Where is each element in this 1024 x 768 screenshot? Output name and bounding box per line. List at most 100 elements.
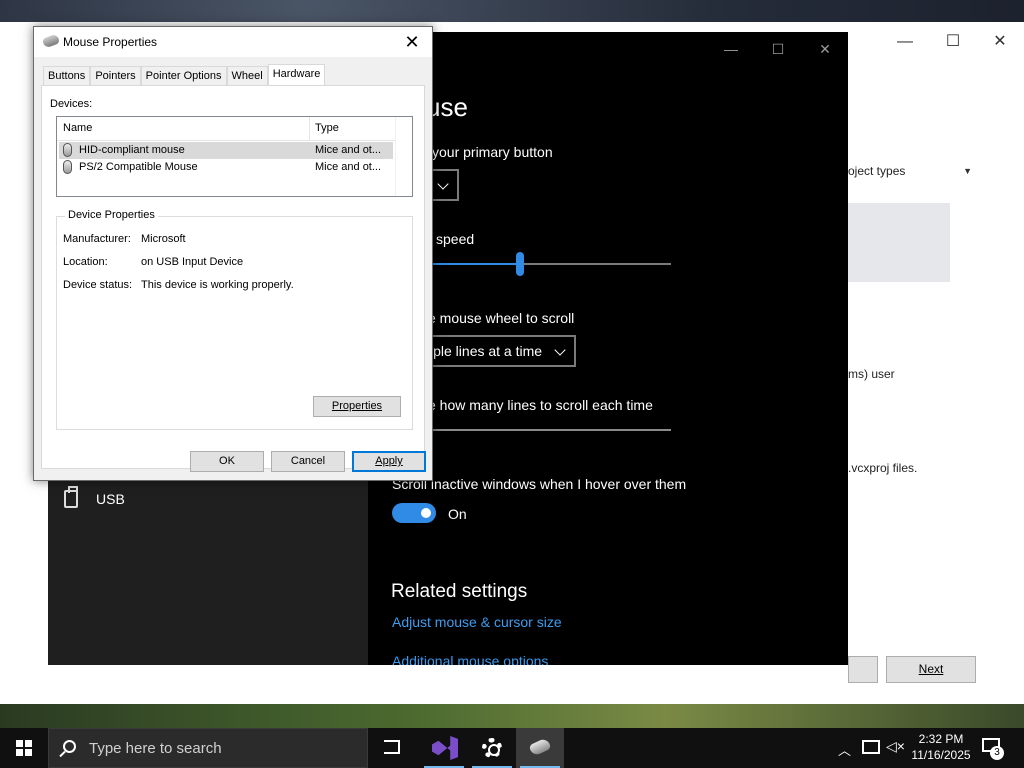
location-value: on USB Input Device	[141, 256, 244, 268]
mouse-icon	[528, 737, 552, 757]
wizard-minimize-button[interactable]: —	[882, 32, 928, 52]
dialog-titlebar[interactable]: Mouse Properties ✕	[34, 27, 432, 57]
wizard-close-button[interactable]: ✕	[977, 32, 1023, 52]
project-types-combo-text: oject types	[848, 164, 906, 178]
nav-item-usb[interactable]: USB	[64, 486, 125, 511]
ok-button[interactable]: OK	[190, 451, 264, 472]
wizard-next-button[interactable]: Next	[886, 656, 976, 683]
properties-button-label: Properties	[331, 400, 383, 412]
search-icon	[63, 740, 76, 753]
wheel-scroll-dropdown-value: iple lines at a time	[430, 343, 543, 359]
usb-icon	[64, 486, 78, 508]
wheel-scroll-dropdown[interactable]: iple lines at a time	[428, 335, 576, 367]
clock-date: 11/16/2025	[911, 748, 971, 762]
device-properties-group: Device Properties Manufacturer: Microsof…	[56, 209, 413, 430]
lines-to-scroll-label: e how many lines to scroll each time	[428, 397, 653, 413]
settings-minimize-button[interactable]: —	[708, 38, 754, 60]
scroll-inactive-label: Scroll inactive windows when I hover ove…	[392, 476, 687, 492]
network-icon[interactable]	[862, 740, 880, 754]
dialog-title: Mouse Properties	[63, 35, 158, 49]
windows-logo-icon	[16, 740, 32, 756]
device-status-label: Device status:	[63, 279, 133, 291]
nav-item-usb-label: USB	[96, 491, 125, 507]
location-label: Location:	[63, 256, 108, 268]
visual-studio-taskbar-button[interactable]	[420, 728, 468, 768]
combo-arrow-icon: ▼	[963, 166, 972, 176]
toggle-knob	[421, 508, 431, 518]
wheel-scroll-label: e mouse wheel to scroll	[428, 310, 575, 326]
primary-button-label: your primary button	[432, 144, 553, 160]
devices-list[interactable]: Name Type HID-compliant mouse Mice and o…	[56, 116, 413, 197]
manufacturer-label: Manufacturer:	[63, 233, 131, 245]
list-item[interactable]: PS/2 Compatible Mouse Mice and ot...	[59, 159, 393, 176]
taskbar: Type here to search ︿ ◁× 2:32 PM 11/16/2…	[0, 728, 1024, 768]
apply-button[interactable]: Apply	[352, 451, 426, 472]
task-view-button[interactable]	[368, 728, 416, 768]
properties-button[interactable]: Properties	[313, 396, 401, 417]
settings-close-button[interactable]: ✕	[802, 38, 848, 60]
device-name: HID-compliant mouse	[79, 144, 185, 156]
visual-studio-icon	[432, 736, 458, 760]
devices-list-scrollbar[interactable]	[395, 117, 412, 196]
taskbar-search-box[interactable]: Type here to search	[48, 728, 368, 768]
mouse-properties-dialog: Mouse Properties ✕ Buttons Pointers Poin…	[33, 26, 433, 481]
tab-pointers[interactable]: Pointers	[90, 66, 141, 86]
device-name: PS/2 Compatible Mouse	[79, 161, 198, 173]
mouse-device-icon	[63, 143, 72, 157]
show-hidden-icons-button[interactable]: ︿	[838, 740, 851, 768]
tab-buttons[interactable]: Buttons	[43, 66, 91, 86]
search-placeholder: Type here to search	[89, 740, 222, 757]
tab-wheel[interactable]: Wheel	[226, 66, 268, 86]
manufacturer-value: Microsoft	[141, 233, 186, 245]
cursor-speed-slider[interactable]	[428, 252, 671, 276]
device-type: Mice and ot...	[315, 144, 382, 156]
action-center-button[interactable]: 3	[982, 738, 1004, 760]
cursor-speed-label: speed	[436, 231, 475, 247]
related-settings-heading: Related settings	[391, 581, 528, 602]
settings-maximize-button[interactable]: ☐	[755, 38, 801, 60]
wizard-text-user: ms) user	[848, 367, 895, 381]
tab-hardware[interactable]: Hardware	[267, 64, 326, 86]
column-header-type[interactable]: Type	[315, 122, 339, 134]
mouse-properties-taskbar-button[interactable]	[516, 728, 564, 768]
taskbar-clock[interactable]: 2:32 PM 11/16/2025	[904, 731, 978, 763]
chevron-down-icon	[437, 178, 449, 190]
chevron-down-icon	[554, 344, 566, 356]
devices-list-header: Name Type	[57, 117, 395, 141]
wizard-text-files: .vcxproj files.	[848, 461, 918, 475]
cursor-speed-slider-thumb[interactable]	[516, 252, 524, 276]
settings-content: — ☐ ✕ use your primary button speed e mo…	[368, 32, 848, 665]
lines-to-scroll-slider[interactable]	[428, 429, 671, 431]
wizard-back-button[interactable]	[848, 656, 878, 683]
column-divider[interactable]	[309, 117, 310, 141]
task-view-icon	[384, 740, 400, 754]
device-status-value: This device is working properly.	[141, 279, 294, 291]
column-header-name[interactable]: Name	[63, 122, 92, 134]
gear-icon	[482, 738, 502, 758]
hardware-tab-panel: Devices: Name Type HID-compliant mouse M…	[41, 85, 425, 469]
dialog-close-button[interactable]: ✕	[400, 30, 424, 54]
start-button[interactable]	[0, 728, 48, 768]
cursor-speed-slider-fill	[428, 263, 520, 265]
volume-muted-icon[interactable]: ◁×	[886, 738, 905, 768]
tab-pointer-options[interactable]: Pointer Options	[140, 66, 227, 86]
mouse-icon	[41, 33, 61, 49]
wizard-maximize-button[interactable]: ☐	[930, 32, 976, 52]
list-item[interactable]: HID-compliant mouse Mice and ot...	[59, 142, 393, 159]
adjust-cursor-size-link[interactable]: Adjust mouse & cursor size	[392, 614, 562, 630]
clock-time: 2:32 PM	[918, 732, 964, 746]
additional-mouse-options-link[interactable]: Additional mouse options	[392, 653, 548, 665]
settings-taskbar-button[interactable]	[468, 728, 516, 768]
apply-button-label: Apply	[375, 455, 403, 467]
scroll-inactive-toggle[interactable]	[392, 503, 436, 523]
desktop-wallpaper-strip	[0, 704, 1024, 728]
toggle-state-label: On	[448, 506, 467, 522]
devices-label: Devices:	[50, 98, 93, 110]
dialog-tabs: Buttons Pointers Pointer Options Wheel H…	[43, 64, 326, 86]
device-type: Mice and ot...	[315, 161, 382, 173]
notification-count-badge: 3	[990, 746, 1004, 760]
wizard-preview-box	[848, 203, 950, 282]
project-types-combo[interactable]: oject types ▼	[848, 158, 976, 184]
mouse-device-icon	[63, 160, 72, 174]
cancel-button[interactable]: Cancel	[271, 451, 345, 472]
